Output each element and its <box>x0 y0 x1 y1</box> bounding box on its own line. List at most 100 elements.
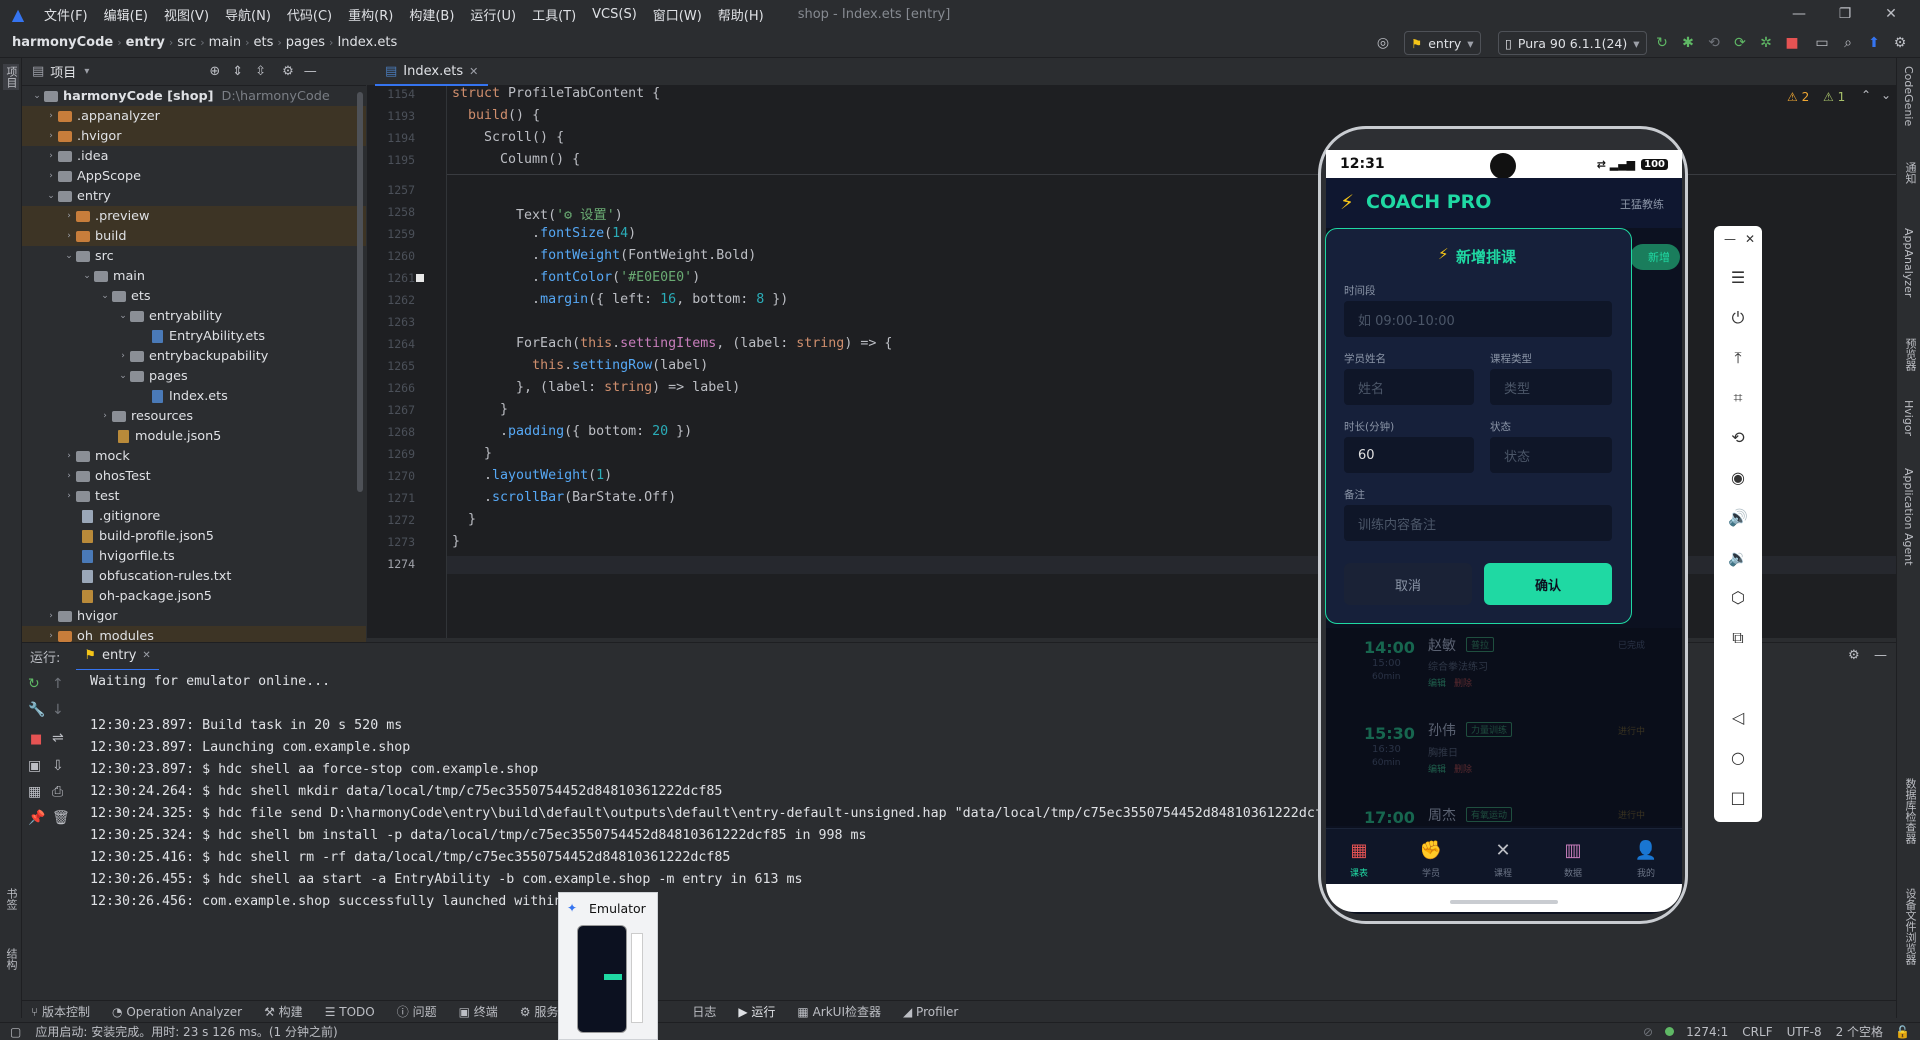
device-manager-icon[interactable]: ▭ <box>1812 32 1832 54</box>
breadcrumb-ets[interactable]: ets <box>250 35 278 50</box>
run-config-select[interactable]: ⚑ entry ▾ <box>1404 31 1481 55</box>
tree-item[interactable]: › .idea <box>22 146 366 166</box>
breakpoint-marker[interactable] <box>416 274 424 282</box>
cancel-button[interactable]: 取消 <box>1344 563 1472 605</box>
tree-item[interactable]: module.json5 <box>22 426 366 446</box>
tree-item[interactable]: › .preview <box>22 206 366 226</box>
status-panel-icon[interactable]: ▢ <box>10 1025 21 1039</box>
tool-notifications[interactable]: 通知 <box>1902 162 1918 184</box>
breadcrumb-file[interactable]: Index.ets <box>333 35 401 50</box>
tool-hvigor[interactable]: Hvigor <box>1902 400 1915 436</box>
chart-icon[interactable]: ▥ <box>1561 840 1585 861</box>
stop-icon[interactable]: ■ <box>1782 32 1802 54</box>
student-input[interactable]: 姓名 <box>1344 369 1474 405</box>
schedule-edit-link[interactable]: 编辑 <box>1428 762 1446 775</box>
tab-data[interactable]: 数据 <box>1561 866 1585 879</box>
hide-panel-icon[interactable]: — <box>304 64 317 79</box>
rerun-icon[interactable]: ↻ <box>28 676 40 692</box>
no-problems-icon[interactable]: ⊘ <box>1643 1025 1653 1039</box>
scroll-up-icon[interactable]: ↑ <box>52 676 64 692</box>
debug-icon[interactable]: ✱ <box>1678 32 1698 54</box>
warning-count[interactable]: ⚠ 2 <box>1787 90 1809 104</box>
apply-changes-icon[interactable]: ⟳ <box>1730 32 1750 54</box>
tree-scrollbar[interactable] <box>357 92 363 492</box>
menu-tools[interactable]: 工具(T) <box>524 5 584 24</box>
tree-item[interactable]: › build <box>22 226 366 246</box>
indent-setting[interactable]: 2 个空格 <box>1836 1023 1883 1040</box>
tree-item[interactable]: › hvigor <box>22 606 366 626</box>
status-indicator[interactable] <box>1665 1027 1675 1036</box>
type-input[interactable]: 类型 <box>1490 369 1612 405</box>
menu-view[interactable]: 视图(V) <box>156 5 217 24</box>
tree-item[interactable]: .gitignore <box>22 506 366 526</box>
cursor-position[interactable]: 1274:1 <box>1686 1025 1728 1039</box>
duration-input[interactable]: 60 <box>1344 437 1474 473</box>
volume-up-icon[interactable]: 🔊 <box>1714 508 1762 527</box>
tree-item[interactable]: ⌄ ets <box>22 286 366 306</box>
breadcrumb-project[interactable]: harmonyCode <box>0 35 117 50</box>
tool-codegenie[interactable]: CodeGenie <box>1902 66 1915 126</box>
collapse-all-icon[interactable]: ⇳ <box>255 64 266 79</box>
home-indicator[interactable] <box>1450 900 1558 904</box>
locate-icon[interactable]: ◎ <box>1372 32 1394 54</box>
tab-profile[interactable]: 我的 <box>1634 866 1658 879</box>
tool-problems[interactable]: ⓘ 问题 <box>388 1003 446 1020</box>
menu-file[interactable]: 文件(F) <box>36 5 96 24</box>
trash-icon[interactable]: 🗑 <box>52 810 70 826</box>
next-highlight-icon[interactable]: ⌄ <box>1881 88 1891 102</box>
editor-tab-index[interactable]: ▤ Index.ets ✕ <box>375 58 489 86</box>
tree-item[interactable]: › .appanalyzer <box>22 106 366 126</box>
menu-icon[interactable]: ☰ <box>1714 268 1762 287</box>
structure-tool-button[interactable]: 结构 <box>3 948 19 970</box>
tool-log[interactable]: 日志 <box>683 1003 725 1020</box>
debug-attach-icon[interactable]: ✲ <box>1756 32 1776 54</box>
tree-item[interactable]: › resources <box>22 406 366 426</box>
breadcrumb-src[interactable]: src <box>173 35 200 50</box>
tree-item[interactable]: › mock <box>22 446 366 466</box>
expand-all-icon[interactable]: ⇕ <box>232 64 243 79</box>
tool-version-control[interactable]: ⑂ 版本控制 <box>22 1003 99 1020</box>
menu-code[interactable]: 代码(C) <box>279 5 340 24</box>
menu-window[interactable]: 窗口(W) <box>645 5 710 24</box>
tree-item[interactable]: › test <box>22 486 366 506</box>
close-window-icon[interactable]: ✕ <box>1868 0 1914 28</box>
power-icon[interactable]: ⏻ <box>1714 308 1762 328</box>
profile-icon[interactable]: 👤 <box>1634 840 1658 861</box>
tool-database-inspector[interactable]: 数据库检查器 <box>1902 778 1918 844</box>
line-separator[interactable]: CRLF <box>1742 1025 1772 1039</box>
dumbbell-icon[interactable]: ✕ <box>1491 840 1515 861</box>
emulator-taskbar-preview[interactable]: ✦ Emulator <box>558 892 658 1040</box>
maximize-icon[interactable]: ❐ <box>1822 0 1868 28</box>
tree-item[interactable]: hvigorfile.ts <box>22 546 366 566</box>
breadcrumb-pages[interactable]: pages <box>282 35 329 50</box>
rerun-icon[interactable]: ↻ <box>1652 32 1672 54</box>
tool-arkui-inspector[interactable]: ▦ ArkUI检查器 <box>788 1003 890 1020</box>
tree-item[interactable]: oh-package.json5 <box>22 586 366 606</box>
tree-item[interactable]: EntryAbility.ets <box>22 326 366 346</box>
menu-edit[interactable]: 编辑(E) <box>96 5 156 24</box>
breadcrumb-main[interactable]: main <box>205 35 245 50</box>
tree-item[interactable]: › .hvigor <box>22 126 366 146</box>
tree-root[interactable]: ⌄ harmonyCode [shop] D:\harmonyCode <box>22 86 366 106</box>
project-tool-button[interactable]: 项目 <box>3 64 19 90</box>
tree-item[interactable]: › AppScope <box>22 166 366 186</box>
add-schedule-badge[interactable]: 新增 <box>1630 244 1680 270</box>
pin-top-icon[interactable]: ⤒ <box>1714 348 1762 368</box>
soft-wrap-icon[interactable]: ⇌ <box>52 730 64 746</box>
lock-icon[interactable]: 🔓 <box>1895 1025 1910 1039</box>
minimize-icon[interactable]: — <box>1776 0 1822 28</box>
tree-item[interactable]: ⌄ main <box>22 266 366 286</box>
status-input[interactable]: 状态 <box>1490 437 1612 473</box>
tool-terminal[interactable]: ▣ 终端 <box>450 1003 507 1020</box>
file-encoding[interactable]: UTF-8 <box>1787 1025 1822 1039</box>
close-icon[interactable]: ✕ <box>1726 232 1774 246</box>
bookmarks-tool-button[interactable]: 书签 <box>3 888 19 910</box>
menu-build[interactable]: 构建(B) <box>401 5 462 24</box>
attach-icon[interactable]: ⟲ <box>1704 32 1724 54</box>
close-tab-icon[interactable]: ✕ <box>142 650 150 661</box>
tree-item[interactable]: › entrybackupability <box>22 346 366 366</box>
scroll-end-icon[interactable]: ⇩ <box>52 758 64 774</box>
close-tab-icon[interactable]: ✕ <box>469 65 478 78</box>
tool-operation-analyzer[interactable]: ◔ Operation Analyzer <box>103 1005 251 1019</box>
stop-icon[interactable]: ■ <box>30 732 42 747</box>
